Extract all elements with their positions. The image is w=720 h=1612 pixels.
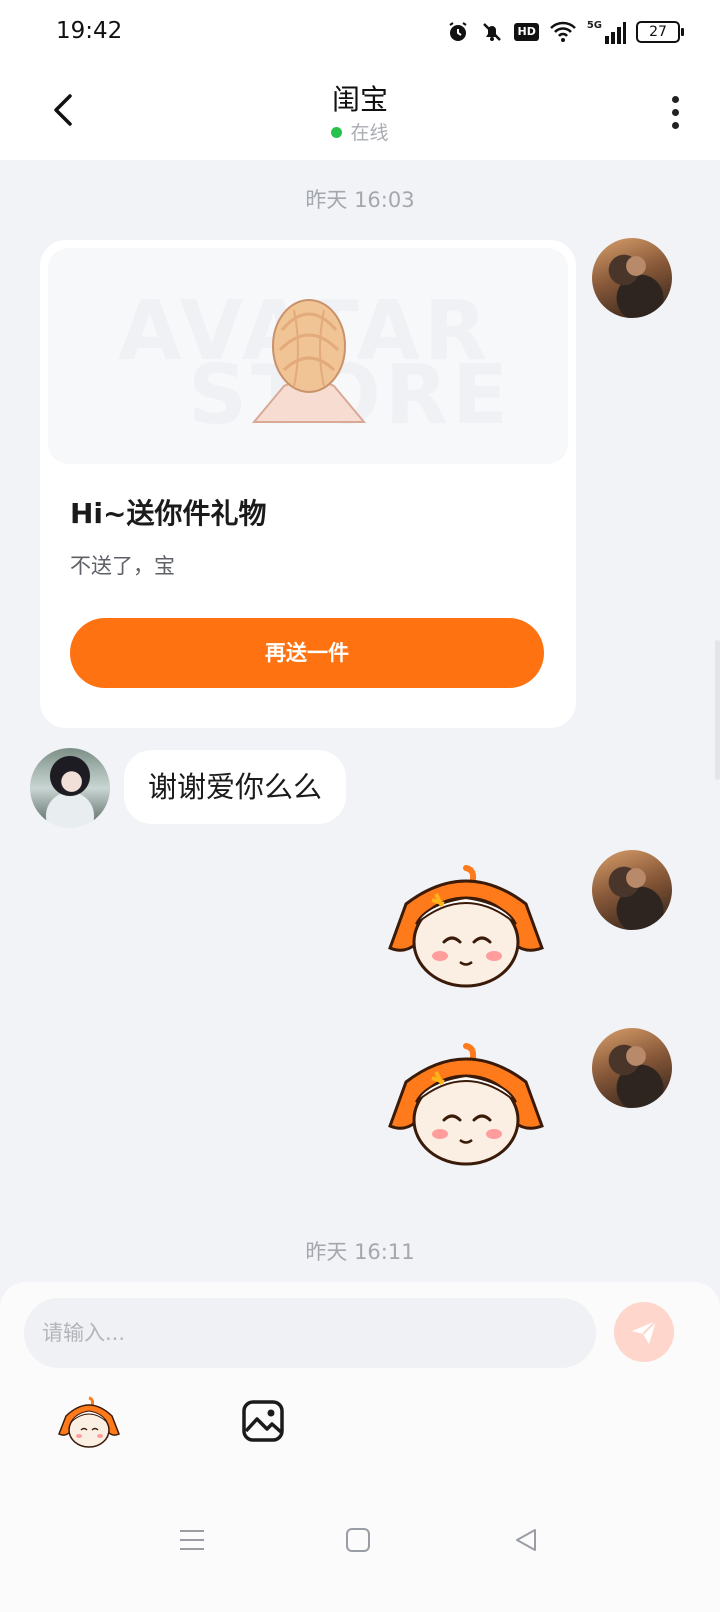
avatar-gift-figure bbox=[251, 299, 367, 423]
status-icons: HD 5G 27 bbox=[446, 18, 684, 46]
hd-badge: HD bbox=[514, 23, 539, 41]
gift-card-message[interactable]: AVATAR STORE Hi~送你件礼物 不送了，宝 再送一件 bbox=[40, 240, 576, 728]
more-options-button[interactable] bbox=[660, 90, 690, 134]
online-dot bbox=[331, 127, 343, 138]
signal-icon: 5G bbox=[587, 20, 626, 44]
more-vertical-icon bbox=[671, 95, 679, 103]
message-bubble[interactable]: 谢谢爱你么么 bbox=[124, 750, 347, 824]
send-another-gift-button[interactable]: 再送一件 bbox=[70, 618, 544, 688]
image-button[interactable] bbox=[240, 1398, 286, 1444]
online-status: 在线 bbox=[0, 118, 720, 145]
gift-image: AVATAR STORE bbox=[48, 248, 568, 464]
nav-menu-button[interactable] bbox=[172, 1520, 212, 1560]
status-time: 19:42 bbox=[56, 18, 123, 44]
my-avatar[interactable] bbox=[592, 1028, 672, 1108]
system-nav-bar bbox=[0, 1490, 720, 1570]
message-timestamp: 昨天 16:11 bbox=[305, 1240, 415, 1264]
home-icon bbox=[346, 1528, 370, 1552]
nav-back-button[interactable] bbox=[506, 1520, 546, 1560]
triangle-back-icon bbox=[516, 1529, 536, 1551]
bell-muted-icon bbox=[480, 20, 504, 44]
message-timestamp: 昨天 16:03 bbox=[305, 188, 415, 212]
send-icon bbox=[632, 1320, 657, 1344]
battery-indicator: 27 bbox=[636, 21, 684, 43]
nav-home-button[interactable] bbox=[338, 1520, 378, 1560]
message-input[interactable] bbox=[24, 1298, 596, 1368]
gift-subtitle: 不送了，宝 bbox=[70, 554, 175, 578]
my-avatar[interactable] bbox=[592, 238, 672, 318]
send-button[interactable] bbox=[614, 1302, 674, 1362]
contact-name: 闺宝 bbox=[331, 83, 388, 116]
chat-header: 闺宝 在线 bbox=[0, 64, 720, 160]
sticker-icon[interactable] bbox=[58, 1396, 120, 1450]
my-avatar[interactable] bbox=[592, 850, 672, 930]
sticker-message[interactable] bbox=[386, 864, 546, 994]
status-bar: 19:42 HD 5G 27 bbox=[0, 0, 720, 64]
network-label: 5G bbox=[586, 20, 602, 31]
alarm-icon bbox=[446, 20, 470, 44]
scroll-indicator[interactable] bbox=[715, 640, 720, 780]
image-icon bbox=[242, 1400, 284, 1442]
menu-icon bbox=[180, 1530, 204, 1550]
wifi-icon bbox=[549, 21, 577, 43]
sticker-message[interactable] bbox=[386, 1042, 546, 1172]
contact-avatar[interactable] bbox=[30, 748, 110, 828]
online-status-label: 在线 bbox=[350, 122, 389, 144]
gift-title: Hi~送你件礼物 bbox=[70, 497, 267, 530]
